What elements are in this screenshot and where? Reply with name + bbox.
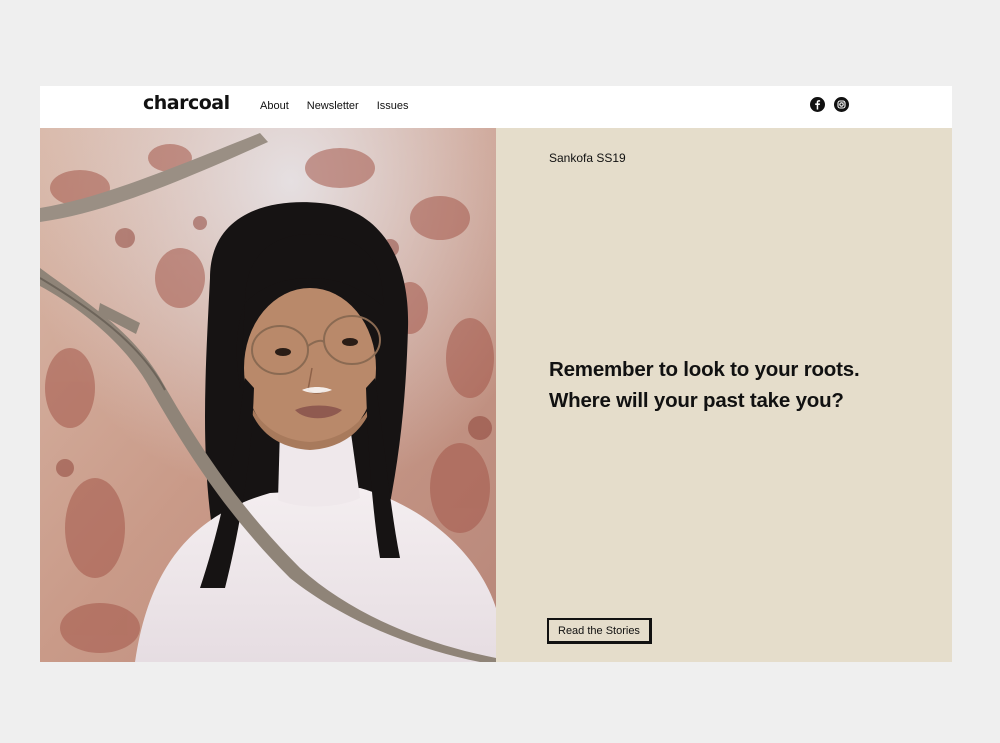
social-links bbox=[810, 97, 849, 112]
facebook-icon[interactable] bbox=[810, 97, 825, 112]
instagram-icon[interactable] bbox=[834, 97, 849, 112]
site-logo[interactable]: charcoal bbox=[143, 92, 230, 114]
headline-line-1: Remember to look to your roots. bbox=[549, 358, 860, 381]
read-stories-button[interactable]: Read the Stories bbox=[547, 618, 652, 644]
hero-text-panel: Sankofa SS19 Remember to look to your ro… bbox=[496, 128, 952, 662]
headline-line-2: Where will your past take you? bbox=[549, 389, 844, 412]
main-nav: About Newsletter Issues bbox=[260, 100, 427, 112]
nav-item-newsletter[interactable]: Newsletter bbox=[307, 100, 359, 112]
site-frame: charcoal About Newsletter Issues Sankofa… bbox=[40, 86, 952, 662]
hero-image bbox=[40, 128, 496, 662]
site-header: charcoal About Newsletter Issues bbox=[40, 86, 952, 128]
nav-item-issues[interactable]: Issues bbox=[377, 100, 409, 112]
issue-label: Sankofa SS19 bbox=[549, 151, 626, 165]
nav-item-about[interactable]: About bbox=[260, 100, 289, 112]
hero-headline: Remember to look to your roots. Where wi… bbox=[549, 354, 909, 416]
